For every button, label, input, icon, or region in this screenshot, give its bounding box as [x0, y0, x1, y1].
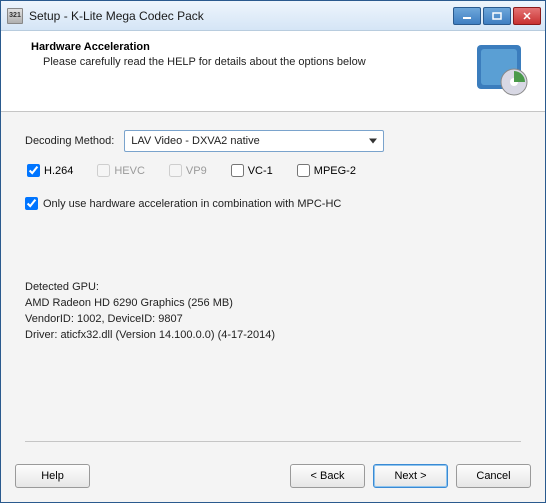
mpc-only-input[interactable]	[25, 197, 38, 210]
checkbox-hevc[interactable]: HEVC	[97, 164, 145, 177]
wizard-icon	[473, 41, 529, 97]
decoding-method-label: Decoding Method:	[25, 135, 114, 147]
window-title: Setup - K-Lite Mega Codec Pack	[29, 9, 453, 23]
gpu-info: Detected GPU: AMD Radeon HD 6290 Graphic…	[25, 280, 521, 344]
window-controls	[453, 7, 541, 25]
gpu-ids: VendorID: 1002, DeviceID: 9807	[25, 312, 521, 328]
hevc-input	[97, 164, 110, 177]
checkbox-vc1[interactable]: VC-1	[231, 164, 273, 177]
footer: Help < Back Next > Cancel	[1, 450, 545, 502]
gpu-model: AMD Radeon HD 6290 Graphics (256 MB)	[25, 296, 521, 312]
gpu-driver: Driver: aticfx32.dll (Version 14.100.0.0…	[25, 328, 521, 344]
help-button[interactable]: Help	[15, 464, 90, 488]
checkbox-h264[interactable]: H.264	[27, 164, 73, 177]
page-header: Hardware Acceleration Please carefully r…	[1, 31, 545, 112]
gpu-heading: Detected GPU:	[25, 280, 521, 296]
checkbox-mpeg2[interactable]: MPEG-2	[297, 164, 356, 177]
next-button[interactable]: Next >	[373, 464, 448, 488]
setup-window: 321 Setup - K-Lite Mega Codec Pack Hardw…	[0, 0, 546, 503]
vc1-input[interactable]	[231, 164, 244, 177]
checkbox-mpc-only[interactable]: Only use hardware acceleration in combin…	[25, 197, 521, 210]
app-icon: 321	[7, 8, 23, 24]
maximize-button[interactable]	[483, 7, 511, 25]
close-button[interactable]	[513, 7, 541, 25]
cancel-button[interactable]: Cancel	[456, 464, 531, 488]
minimize-button[interactable]	[453, 7, 481, 25]
page-subtitle: Please carefully read the HELP for detai…	[31, 56, 465, 68]
h264-input[interactable]	[27, 164, 40, 177]
vp9-input	[169, 164, 182, 177]
checkbox-vp9[interactable]: VP9	[169, 164, 207, 177]
codec-checkboxes: H.264 HEVC VP9 VC-1 MPEG-2	[25, 164, 521, 177]
page-title: Hardware Acceleration	[31, 41, 465, 53]
mpeg2-input[interactable]	[297, 164, 310, 177]
titlebar: 321 Setup - K-Lite Mega Codec Pack	[1, 1, 545, 31]
content-area: Decoding Method: LAV Video - DXVA2 nativ…	[1, 112, 545, 450]
decoding-method-value: LAV Video - DXVA2 native	[131, 135, 259, 147]
footer-divider	[25, 441, 521, 442]
back-button[interactable]: < Back	[290, 464, 365, 488]
decoding-method-select[interactable]: LAV Video - DXVA2 native	[124, 130, 384, 152]
